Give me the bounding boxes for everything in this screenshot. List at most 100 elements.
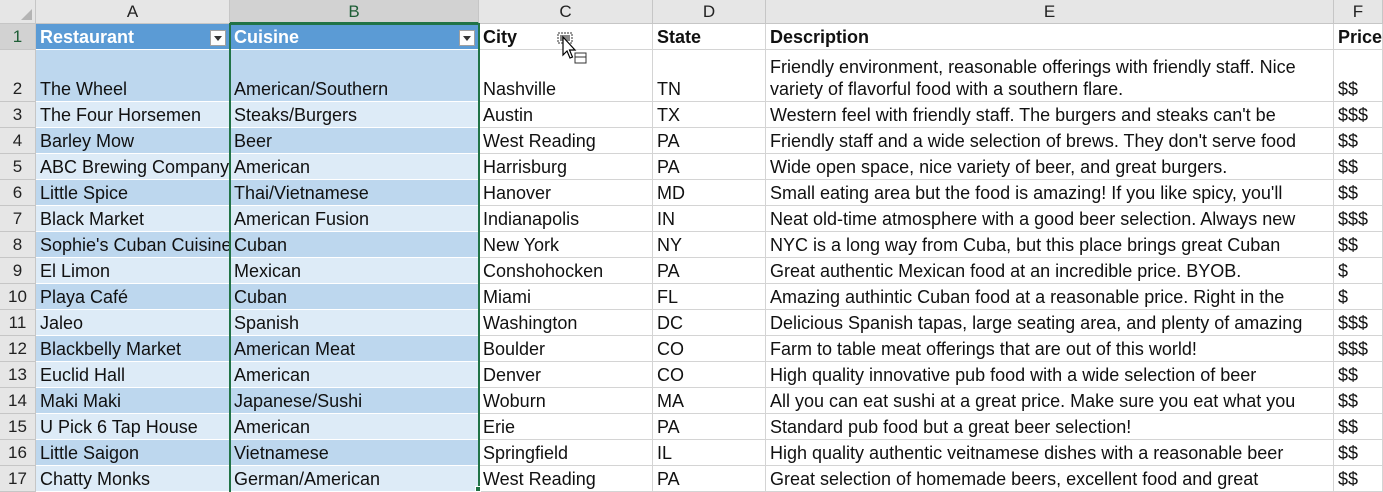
cell-cuisine[interactable]: Japanese/Sushi (230, 388, 479, 414)
cell-restaurant[interactable]: Playa Café (36, 284, 230, 310)
cell-restaurant[interactable]: El Limon (36, 258, 230, 284)
cell-description[interactable]: Delicious Spanish tapas, large seating a… (766, 310, 1334, 336)
cell-cuisine[interactable]: Beer (230, 128, 479, 154)
row-header-16[interactable]: 16 (0, 440, 36, 466)
cell-state[interactable]: PA (653, 466, 766, 492)
filter-dropdown-icon[interactable] (210, 30, 226, 46)
cell-price[interactable]: $$$ (1334, 206, 1383, 232)
cell-city[interactable]: New York (479, 232, 653, 258)
cell-description[interactable]: Neat old-time atmosphere with a good bee… (766, 206, 1334, 232)
cell-description[interactable]: High quality authentic veitnamese dishes… (766, 440, 1334, 466)
row-header-10[interactable]: 10 (0, 284, 36, 310)
cell-price[interactable]: $$ (1334, 232, 1383, 258)
cell-price[interactable]: $$$ (1334, 336, 1383, 362)
cell-city[interactable]: Springfield (479, 440, 653, 466)
cell-city[interactable]: Harrisburg (479, 154, 653, 180)
cell-price[interactable]: $$ (1334, 154, 1383, 180)
cell-price[interactable]: $$ (1334, 180, 1383, 206)
cell-restaurant[interactable]: The Four Horsemen (36, 102, 230, 128)
cell-state[interactable]: DC (653, 310, 766, 336)
cell-description[interactable]: Standard pub food but a great beer selec… (766, 414, 1334, 440)
cell-cuisine[interactable]: Cuban (230, 284, 479, 310)
cell-city[interactable]: Indianapolis (479, 206, 653, 232)
cell-state[interactable]: MA (653, 388, 766, 414)
cell-state[interactable]: TX (653, 102, 766, 128)
cell-price[interactable]: $$ (1334, 414, 1383, 440)
cell-description[interactable]: Farm to table meat offerings that are ou… (766, 336, 1334, 362)
cell-description[interactable]: Great selection of homemade beers, excel… (766, 466, 1334, 492)
column-header-a[interactable]: A (36, 0, 230, 24)
cell-description[interactable]: High quality innovative pub food with a … (766, 362, 1334, 388)
row-header-6[interactable]: 6 (0, 180, 36, 206)
cell-price[interactable]: $$ (1334, 362, 1383, 388)
row-header-15[interactable]: 15 (0, 414, 36, 440)
cell-cuisine[interactable]: Spanish (230, 310, 479, 336)
cell-state[interactable]: CO (653, 336, 766, 362)
cell-restaurant[interactable]: Sophie's Cuban Cuisine (36, 232, 230, 258)
cell-state[interactable]: IL (653, 440, 766, 466)
cell-description[interactable]: Western feel with friendly staff. The bu… (766, 102, 1334, 128)
cell-price[interactable]: $$ (1334, 50, 1383, 102)
cell-price[interactable]: $ (1334, 284, 1383, 310)
cell-cuisine[interactable]: American Meat (230, 336, 479, 362)
cell-state[interactable]: MD (653, 180, 766, 206)
cell-restaurant[interactable]: Chatty Monks (36, 466, 230, 492)
cell-cuisine[interactable]: Cuban (230, 232, 479, 258)
cell-price[interactable]: $$ (1334, 440, 1383, 466)
cell-state[interactable]: CO (653, 362, 766, 388)
row-header-3[interactable]: 3 (0, 102, 36, 128)
row-header-8[interactable]: 8 (0, 232, 36, 258)
row-header-9[interactable]: 9 (0, 258, 36, 284)
header-cell-description[interactable]: Description (766, 24, 1334, 50)
cell-price[interactable]: $$ (1334, 128, 1383, 154)
cell-cuisine[interactable]: Thai/Vietnamese (230, 180, 479, 206)
cell-city[interactable]: West Reading (479, 466, 653, 492)
cell-cuisine[interactable]: Mexican (230, 258, 479, 284)
cell-description[interactable]: Small eating area but the food is amazin… (766, 180, 1334, 206)
header-cell-restaurant[interactable]: Restaurant (36, 24, 230, 50)
row-header-1[interactable]: 1 (0, 24, 36, 50)
cell-city[interactable]: Woburn (479, 388, 653, 414)
select-all-button[interactable] (0, 0, 36, 24)
cell-state[interactable]: NY (653, 232, 766, 258)
cell-restaurant[interactable]: Blackbelly Market (36, 336, 230, 362)
cell-price[interactable]: $ (1334, 258, 1383, 284)
cell-description[interactable]: Great authentic Mexican food at an incre… (766, 258, 1334, 284)
column-header-c[interactable]: C (479, 0, 653, 24)
cell-cuisine[interactable]: American (230, 362, 479, 388)
cell-restaurant[interactable]: Barley Mow (36, 128, 230, 154)
row-header-14[interactable]: 14 (0, 388, 36, 414)
row-header-12[interactable]: 12 (0, 336, 36, 362)
cell-description[interactable]: All you can eat sushi at a great price. … (766, 388, 1334, 414)
cell-city[interactable]: West Reading (479, 128, 653, 154)
cell-restaurant[interactable]: Euclid Hall (36, 362, 230, 388)
cell-cuisine[interactable]: American/Southern (230, 50, 479, 102)
row-header-4[interactable]: 4 (0, 128, 36, 154)
cell-cuisine[interactable]: American (230, 414, 479, 440)
header-cell-state[interactable]: State (653, 24, 766, 50)
cell-restaurant[interactable]: Jaleo (36, 310, 230, 336)
cell-restaurant[interactable]: U Pick 6 Tap House (36, 414, 230, 440)
header-cell-cuisine[interactable]: Cuisine (230, 24, 479, 50)
cell-state[interactable]: PA (653, 258, 766, 284)
column-header-e[interactable]: E (766, 0, 1334, 24)
row-header-2[interactable]: 2 (0, 50, 36, 102)
column-header-f[interactable]: F (1334, 0, 1383, 24)
cell-description[interactable]: Friendly environment, reasonable offerin… (766, 50, 1334, 102)
cell-state[interactable]: PA (653, 128, 766, 154)
spreadsheet-grid[interactable]: ABCDEF 1 2 3 4 5 6 7 8 9 10 11 12 13 14 15 16 17 Restaur… (0, 0, 1383, 492)
cell-city[interactable]: Washington (479, 310, 653, 336)
cell-cuisine[interactable]: Vietnamese (230, 440, 479, 466)
cell-description[interactable]: Amazing authintic Cuban food at a reason… (766, 284, 1334, 310)
cell-city[interactable]: Denver (479, 362, 653, 388)
cell-state[interactable]: TN (653, 50, 766, 102)
row-header-11[interactable]: 11 (0, 310, 36, 336)
cell-state[interactable]: IN (653, 206, 766, 232)
cell-description[interactable]: Wide open space, nice variety of beer, a… (766, 154, 1334, 180)
cell-state[interactable]: PA (653, 154, 766, 180)
row-header-5[interactable]: 5 (0, 154, 36, 180)
cell-description[interactable]: Friendly staff and a wide selection of b… (766, 128, 1334, 154)
row-header-13[interactable]: 13 (0, 362, 36, 388)
cell-price[interactable]: $$ (1334, 466, 1383, 492)
cell-restaurant[interactable]: Little Saigon (36, 440, 230, 466)
